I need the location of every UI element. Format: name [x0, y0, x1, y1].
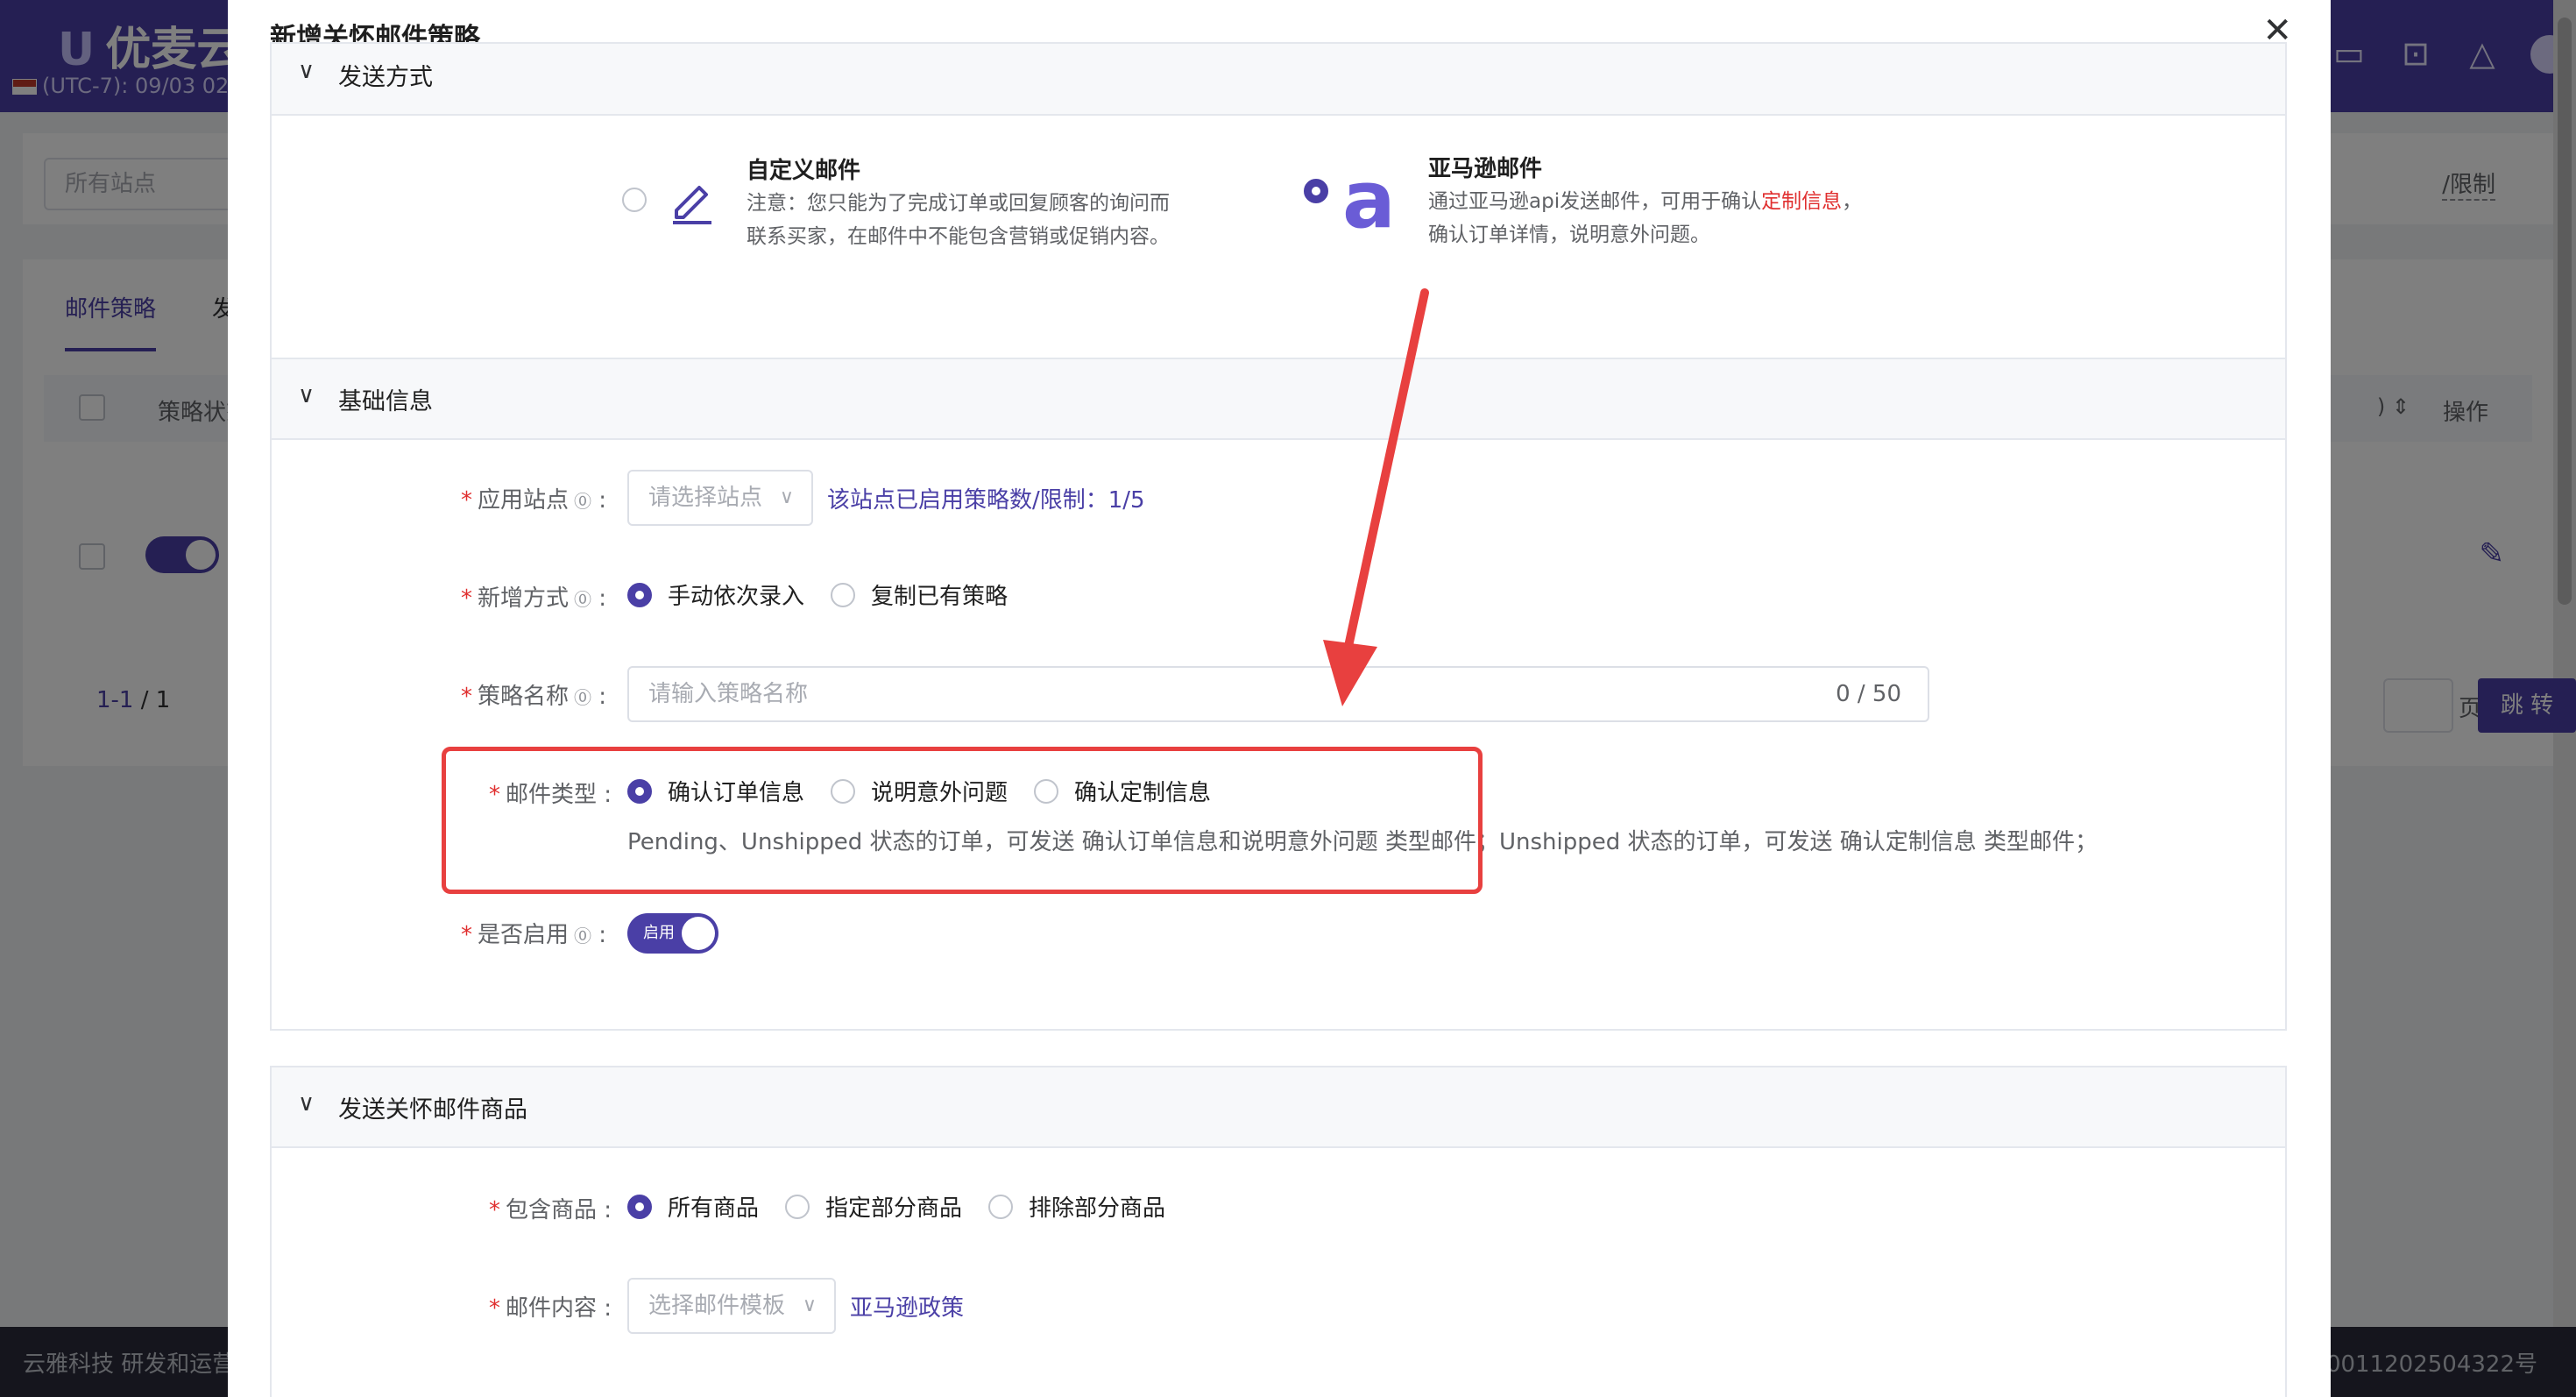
add-care-email-modal: 新增关怀邮件策略 ✕ ∨ 发送方式 自定义邮件 注意：您只能为了完成订单或回复顾…: [228, 0, 2331, 1397]
annotation-arrow-icon: [1323, 288, 1429, 706]
